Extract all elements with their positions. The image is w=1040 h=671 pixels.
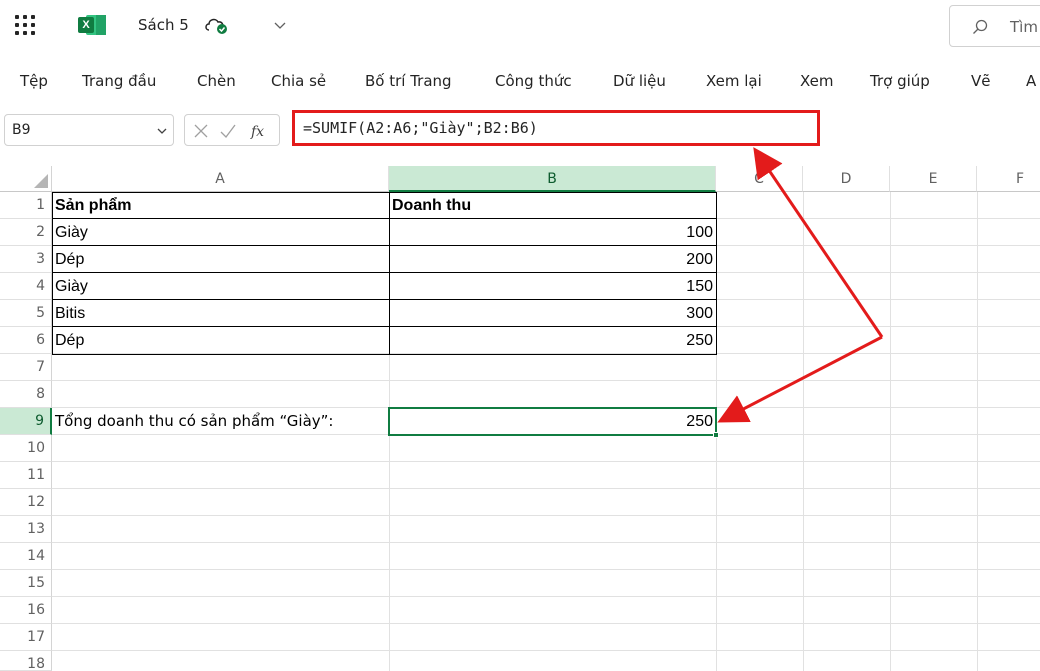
row-header-16[interactable]: 16: [0, 597, 52, 624]
tab-help[interactable]: Trợ giúp: [870, 72, 930, 90]
cell-b4[interactable]: 150: [389, 273, 716, 300]
row-header-8[interactable]: 8: [0, 381, 52, 408]
column-header-f[interactable]: F: [977, 166, 1040, 192]
row-header-13[interactable]: 13: [0, 516, 52, 543]
row-header-3[interactable]: 3: [0, 246, 52, 273]
tab-view[interactable]: Xem: [800, 72, 833, 90]
row-header-6[interactable]: 6: [0, 327, 52, 354]
row-header-9[interactable]: 9: [0, 408, 52, 435]
tab-overflow[interactable]: A: [1026, 72, 1036, 90]
row-header-10[interactable]: 10: [0, 435, 52, 462]
cell-a4[interactable]: Giày: [52, 273, 389, 300]
cell-a3[interactable]: Dép: [52, 246, 389, 273]
column-header-e[interactable]: E: [890, 166, 977, 192]
row-header-1[interactable]: 1: [0, 192, 52, 219]
column-header-b[interactable]: B: [389, 166, 716, 192]
cell-a9[interactable]: Tổng doanh thu có sản phẩm “Giày”:: [52, 408, 389, 435]
gridline: [803, 192, 804, 671]
enter-check-icon[interactable]: [219, 123, 237, 139]
row-header-12[interactable]: 12: [0, 489, 52, 516]
gridline: [977, 192, 978, 671]
cell-b5[interactable]: 300: [389, 300, 716, 327]
ribbon-tabs: Tệp Trang đầu Chèn Chia sẻ Bố trí Trang …: [0, 52, 1040, 108]
gridline: [52, 515, 1040, 516]
cell-a2[interactable]: Giày: [52, 219, 389, 246]
row-header-15[interactable]: 15: [0, 570, 52, 597]
formula-actions: fx: [184, 114, 280, 146]
formula-bar: B9 fx =SUMIF(A2:A6;"Giày";B2:B6): [0, 108, 1040, 152]
cell-a1[interactable]: Sản phẩm: [52, 192, 389, 219]
gridline: [52, 650, 1040, 651]
row-header-14[interactable]: 14: [0, 543, 52, 570]
name-box[interactable]: B9: [4, 114, 174, 146]
worksheet-grid[interactable]: A B C D E F 1 2 3 4 5 6 7 8 9 10 11 12 1…: [0, 152, 1040, 671]
formula-text: =SUMIF(A2:A6;"Giày";B2:B6): [303, 119, 538, 137]
tab-formulas[interactable]: Công thức: [495, 72, 572, 90]
gridline: [52, 569, 1040, 570]
fx-label: fx: [250, 124, 264, 140]
column-header-c[interactable]: C: [716, 166, 803, 192]
name-box-value: B9: [12, 122, 31, 138]
cell-b2[interactable]: 100: [389, 219, 716, 246]
tab-draw[interactable]: Vẽ: [971, 72, 991, 90]
cell-b3[interactable]: 200: [389, 246, 716, 273]
column-header-a[interactable]: A: [52, 166, 389, 192]
cell-a6[interactable]: Dép: [52, 327, 389, 354]
row-header-4[interactable]: 4: [0, 273, 52, 300]
formula-input[interactable]: =SUMIF(A2:A6;"Giày";B2:B6): [292, 110, 820, 146]
cell-b6[interactable]: 250: [389, 327, 716, 354]
select-all-corner[interactable]: [0, 166, 52, 192]
gridline: [52, 461, 1040, 462]
excel-logo-icon: X: [78, 13, 106, 37]
row-header-18[interactable]: 18: [0, 651, 52, 671]
cell-b1[interactable]: Doanh thu: [389, 192, 716, 219]
tab-file[interactable]: Tệp: [20, 72, 48, 90]
active-cell-border: [388, 407, 717, 436]
file-name[interactable]: Sách 5: [138, 16, 189, 34]
chevron-down-icon[interactable]: [155, 124, 169, 138]
gridline: [52, 542, 1040, 543]
tab-review[interactable]: Xem lại: [706, 72, 762, 90]
cancel-icon[interactable]: [193, 123, 209, 139]
select-all-icon: [34, 174, 48, 188]
gridline: [52, 488, 1040, 489]
gridline: [52, 623, 1040, 624]
row-header-5[interactable]: 5: [0, 300, 52, 327]
search-icon: [973, 19, 988, 34]
gridline: [890, 192, 891, 671]
title-bar: X Sách 5 Tìm: [0, 0, 1040, 52]
tab-share[interactable]: Chia sẻ: [271, 72, 326, 90]
tab-page-layout[interactable]: Bố trí Trang: [365, 72, 452, 90]
row-header-11[interactable]: 11: [0, 462, 52, 489]
tab-insert[interactable]: Chèn: [197, 72, 236, 90]
cell-a5[interactable]: Bitis: [52, 300, 389, 327]
cloud-saved-icon: [205, 18, 227, 34]
insert-function-icon[interactable]: fx: [249, 120, 273, 142]
row-header-17[interactable]: 17: [0, 624, 52, 651]
gridline: [52, 596, 1040, 597]
row-header-2[interactable]: 2: [0, 219, 52, 246]
chevron-down-icon[interactable]: [272, 17, 288, 33]
fill-handle[interactable]: [713, 432, 719, 438]
column-header-d[interactable]: D: [803, 166, 890, 192]
search-label: Tìm: [1010, 18, 1038, 36]
tab-data[interactable]: Dữ liệu: [613, 72, 666, 90]
tab-home[interactable]: Trang đầu: [82, 72, 156, 90]
row-header-7[interactable]: 7: [0, 354, 52, 381]
search-box[interactable]: Tìm: [949, 5, 1040, 47]
app-launcher-icon[interactable]: [14, 14, 36, 36]
gridline: [52, 380, 1040, 381]
